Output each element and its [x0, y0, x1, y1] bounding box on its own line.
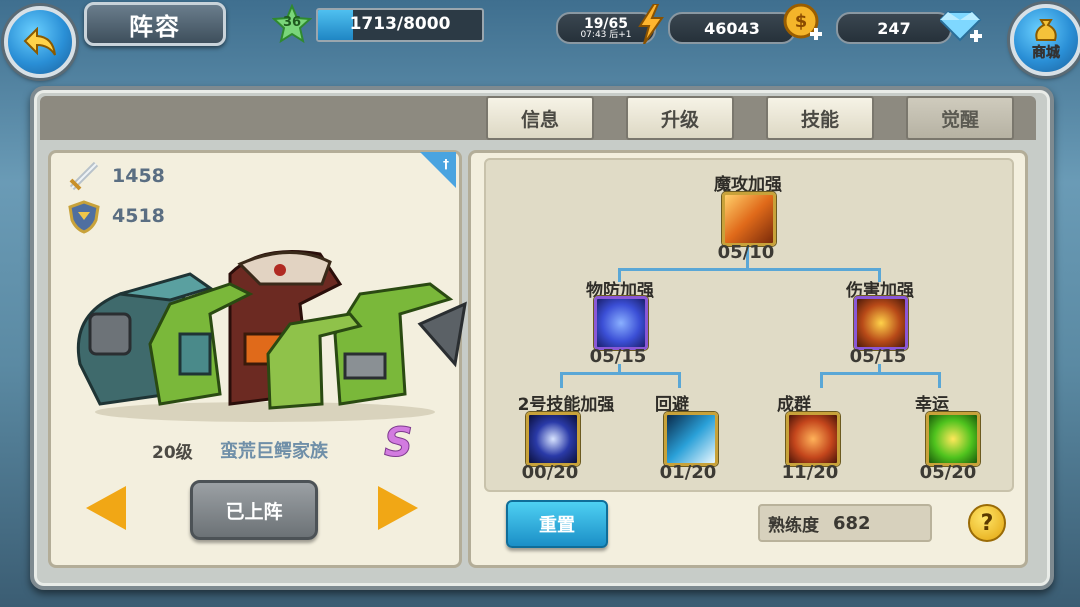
- gold-value: 46043: [704, 18, 760, 38]
- tab-skills[interactable]: 技能: [766, 96, 874, 140]
- diamond-bar: 247: [836, 12, 952, 44]
- skill-leaf2-count: 01/20: [659, 462, 717, 483]
- tab-skills-label: 技能: [800, 108, 839, 131]
- svg-text:†: †: [443, 157, 449, 171]
- tree-line: [560, 372, 563, 388]
- hero-name: 蛮荒巨鳄家族: [220, 441, 328, 462]
- shop-button[interactable]: 商城: [1010, 4, 1080, 76]
- tree-line: [618, 268, 880, 271]
- hero-portrait: [76, 250, 467, 422]
- skill-two-boost-icon[interactable]: [526, 412, 580, 466]
- deployed-status-label: 已上阵: [225, 500, 283, 523]
- hero-type-corner-icon: †: [420, 152, 456, 192]
- tab-awaken[interactable]: 觉醒: [906, 96, 1014, 140]
- gold-bar: 46043: [668, 12, 796, 44]
- swarm-skill-icon[interactable]: [786, 412, 840, 466]
- help-label: ?: [980, 510, 994, 536]
- tab-info-label: 信息: [520, 108, 559, 131]
- gold-coin-add-icon[interactable]: $: [782, 2, 824, 44]
- tree-line: [820, 372, 940, 375]
- luck-skill-icon[interactable]: [926, 412, 980, 466]
- proficiency-display: 熟练度 682: [758, 504, 932, 542]
- evasion-skill-icon[interactable]: [664, 412, 718, 466]
- player-level: 36: [282, 15, 302, 30]
- skill-leaf1-count: 00/20: [521, 462, 579, 483]
- hero-level: 20级: [152, 443, 193, 463]
- proficiency-label: 熟练度: [768, 515, 819, 536]
- exp-text: 1713/8000: [349, 14, 451, 34]
- back-arrow-icon: [23, 27, 56, 56]
- tab-upgrade-label: 升级: [660, 108, 699, 131]
- magic-attack-skill-icon[interactable]: [722, 192, 776, 246]
- next-hero-arrow[interactable]: [378, 486, 418, 530]
- tree-line: [820, 372, 823, 388]
- previous-hero-arrow[interactable]: [86, 486, 126, 530]
- stamina-bolt-icon[interactable]: [636, 3, 664, 48]
- physical-defense-skill-icon[interactable]: [594, 296, 648, 350]
- tab-upgrade[interactable]: 升级: [626, 96, 734, 140]
- damage-boost-skill-icon[interactable]: [854, 296, 908, 350]
- tab-awaken-label: 觉醒: [940, 108, 979, 131]
- proficiency-value: 682: [833, 512, 871, 534]
- svg-text:$: $: [795, 11, 808, 32]
- attack-sword-icon: [66, 160, 102, 198]
- stamina-timer: 07:43 后+1: [580, 29, 632, 40]
- exp-bar: 1713/8000: [316, 8, 484, 42]
- defense-shield-icon: [68, 200, 100, 238]
- help-button[interactable]: ?: [968, 504, 1006, 542]
- money-bag-icon: [1035, 19, 1057, 41]
- reset-label: 重置: [539, 515, 575, 536]
- back-button[interactable]: [4, 6, 76, 78]
- attack-value: 1458: [112, 165, 165, 187]
- hero-grade-badge: S: [384, 420, 414, 467]
- player-level-star-icon: 36: [271, 3, 313, 44]
- tab-info[interactable]: 信息: [486, 96, 594, 140]
- skill-mid-right-count: 05/15: [849, 346, 907, 367]
- tree-line: [560, 372, 680, 375]
- defense-value: 4518: [112, 205, 165, 227]
- stamina-value: 19/65: [583, 15, 629, 32]
- reset-button[interactable]: 重置: [506, 500, 608, 548]
- skill-leaf4-count: 05/20: [919, 462, 977, 483]
- skill-mid-left-count: 05/15: [589, 346, 647, 367]
- tree-line: [678, 372, 681, 388]
- skill-leaf3-count: 11/20: [781, 462, 839, 483]
- page-title: 阵容: [84, 2, 226, 46]
- page-title-text: 阵容: [129, 12, 181, 41]
- tree-line: [938, 372, 941, 388]
- diamond-value: 247: [877, 18, 911, 38]
- skill-root-count: 05/10: [717, 242, 775, 263]
- shop-label: 商城: [1032, 45, 1061, 62]
- deployed-status-button[interactable]: 已上阵: [190, 480, 318, 540]
- diamond-add-icon[interactable]: [938, 4, 984, 44]
